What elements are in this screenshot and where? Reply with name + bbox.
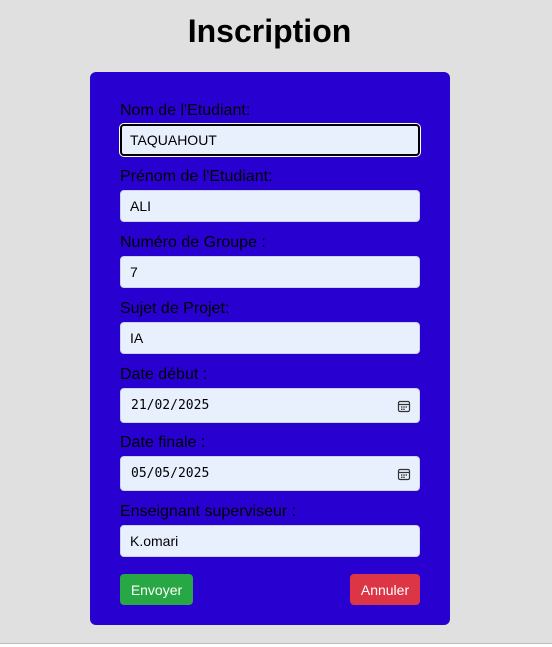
page: Inscription Nom de l'Etudiant: TAQUAHOUT…: [0, 0, 552, 647]
field-date-finale: Date finale : 05/05/2025: [120, 434, 420, 491]
calendar-icon[interactable]: [397, 467, 411, 481]
field-date-debut: Date début : 21/02/2025: [120, 366, 420, 423]
date-finale-input[interactable]: 05/05/2025: [120, 456, 420, 491]
field-groupe: Numéro de Groupe : 7: [120, 234, 420, 288]
field-nom: Nom de l'Etudiant: TAQUAHOUT: [120, 102, 420, 156]
cancel-button[interactable]: Annuler: [350, 574, 420, 605]
enseignant-label: Enseignant superviseur :: [120, 503, 297, 520]
sujet-input[interactable]: IA: [120, 322, 420, 354]
prenom-label: Prénom de l'Etudiant:: [120, 168, 273, 185]
field-prenom: Prénom de l'Etudiant: ALI: [120, 168, 420, 222]
nom-value: TAQUAHOUT: [130, 132, 217, 148]
submit-button[interactable]: Envoyer: [120, 574, 193, 605]
sujet-value: IA: [130, 330, 144, 346]
nom-label: Nom de l'Etudiant:: [120, 102, 251, 119]
groupe-input[interactable]: 7: [120, 256, 420, 288]
prenom-value: ALI: [130, 198, 152, 214]
groupe-value: 7: [130, 264, 138, 280]
date-debut-label: Date début :: [120, 366, 208, 383]
inscription-form: Nom de l'Etudiant: TAQUAHOUT Prénom de l…: [90, 72, 450, 625]
field-sujet: Sujet de Projet: IA: [120, 300, 420, 354]
date-debut-value: 21/02/2025: [131, 398, 210, 413]
sujet-label: Sujet de Projet:: [120, 300, 230, 317]
date-finale-label: Date finale :: [120, 434, 206, 451]
prenom-input[interactable]: ALI: [120, 190, 420, 222]
date-debut-input[interactable]: 21/02/2025: [120, 388, 420, 423]
enseignant-input[interactable]: K.omari: [120, 525, 420, 557]
enseignant-value: K.omari: [130, 533, 179, 549]
page-title: Inscription: [187, 13, 352, 49]
field-enseignant: Enseignant superviseur : K.omari: [120, 503, 420, 557]
nom-input[interactable]: TAQUAHOUT: [120, 124, 420, 156]
window-bottom-edge: [0, 643, 552, 647]
groupe-label: Numéro de Groupe :: [120, 234, 266, 251]
calendar-icon[interactable]: [397, 399, 411, 413]
date-finale-value: 05/05/2025: [131, 466, 210, 481]
